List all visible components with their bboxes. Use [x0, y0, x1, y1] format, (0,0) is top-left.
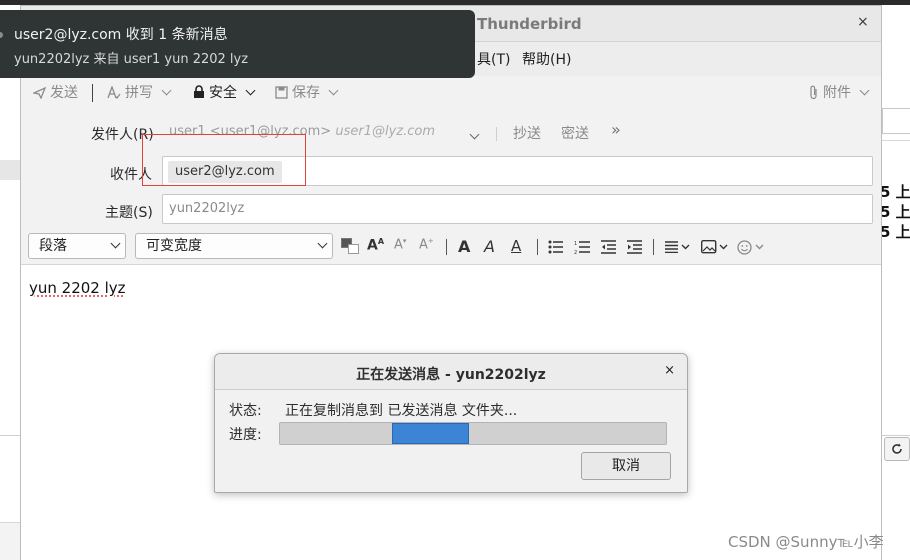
format-toolbar: 段落 可变宽度 AA A▾ A+ A A A 12	[21, 232, 881, 262]
dialog-title: 正在发送消息 - yun2202lyz	[356, 367, 546, 383]
chevron-down-icon[interactable]	[245, 85, 256, 95]
superscript-icon[interactable]: A+	[419, 237, 434, 252]
message-body-text: yun 2202 lyz	[29, 279, 126, 297]
new-mail-notification[interactable]: user2@lyz.com 收到 1 条新消息 yun2202lyz 来自 us…	[0, 10, 475, 78]
svg-text:1: 1	[574, 241, 577, 247]
spell-button[interactable]: 拼写	[107, 82, 174, 102]
lock-icon	[194, 85, 204, 98]
background-message-time: 5 上午	[880, 223, 910, 241]
compose-toolbar: 发送 拼写 安全 保存 附件	[21, 78, 881, 106]
background-divider	[882, 140, 910, 141]
format-divider	[446, 239, 447, 255]
cancel-button[interactable]: 取消	[581, 452, 671, 480]
subject-label: 主题(S)	[105, 205, 153, 221]
security-button[interactable]: 安全	[193, 82, 258, 102]
send-icon	[33, 86, 46, 99]
security-label: 安全	[209, 85, 237, 101]
bold-icon[interactable]: A	[458, 237, 470, 256]
menu-help[interactable]: 帮助(H)	[522, 49, 571, 69]
header-divider	[496, 127, 497, 141]
chevron-down-icon	[469, 129, 480, 140]
sending-progress-dialog: 正在发送消息 - yun2202lyz × 状态: 正在复制消息到 已发送消息 …	[214, 353, 688, 493]
background-left-band	[0, 160, 22, 180]
notification-app-icon	[0, 32, 3, 38]
background-message-time: 5 上午	[880, 203, 910, 221]
indent-icon[interactable]	[627, 240, 642, 254]
font-value: 可变宽度	[146, 238, 202, 254]
spell-label: 拼写	[125, 85, 153, 101]
send-button[interactable]: 发送	[33, 82, 78, 102]
background-refresh-button[interactable]	[884, 437, 910, 461]
send-label: 发送	[50, 85, 78, 101]
more-fields-icon[interactable]: »	[611, 120, 621, 139]
close-icon[interactable]: ×	[857, 14, 869, 30]
outdent-icon[interactable]	[601, 240, 616, 254]
align-icon[interactable]	[665, 241, 691, 253]
notification-body: yun2202lyz 来自 user1 yun 2202 lyz	[14, 52, 249, 67]
save-label: 保存	[292, 85, 320, 101]
close-icon[interactable]: ×	[664, 363, 675, 378]
menu-tools[interactable]: 具(T)	[477, 49, 510, 69]
svg-text:2: 2	[574, 250, 577, 255]
paperclip-icon	[810, 85, 817, 99]
background-color-swatch	[348, 244, 359, 254]
paragraph-format-select[interactable]: 段落	[28, 233, 126, 259]
cc-button[interactable]: 抄送	[513, 123, 541, 143]
spellcheck-icon	[107, 85, 121, 99]
emoji-icon[interactable]	[737, 240, 767, 255]
bcc-button[interactable]: 密送	[561, 123, 589, 143]
insert-image-icon[interactable]	[701, 240, 729, 254]
from-dropdown[interactable]	[469, 126, 480, 142]
text-color-picker[interactable]	[341, 238, 359, 254]
status-label: 状态:	[229, 403, 262, 419]
toolbar-divider	[92, 84, 93, 102]
format-divider	[537, 239, 538, 255]
background-divider	[0, 435, 22, 436]
subject-input[interactable]: yun2202lyz	[162, 194, 873, 224]
chevron-down-icon[interactable]	[859, 85, 870, 95]
attach-button[interactable]: 附件	[809, 82, 872, 102]
background-divider	[880, 435, 910, 436]
background-search-field[interactable]	[882, 108, 910, 134]
highlight-box	[142, 134, 306, 186]
chevron-down-icon	[110, 238, 121, 249]
background-panel	[0, 522, 22, 560]
background-message-time: 5 上午	[880, 183, 910, 201]
window-title: Thunderbird	[477, 15, 582, 33]
refresh-icon	[892, 443, 902, 454]
save-button[interactable]: 保存	[275, 82, 341, 102]
italic-icon[interactable]: A	[484, 237, 495, 256]
chevron-down-icon	[317, 238, 328, 249]
bulleted-list-icon[interactable]	[548, 240, 563, 254]
from-identity: user1@lyz.com	[335, 124, 435, 139]
chevron-down-icon[interactable]	[328, 85, 339, 95]
font-larger-icon[interactable]: AA	[367, 237, 384, 254]
font-select[interactable]: 可变宽度	[135, 233, 333, 259]
chevron-down-icon[interactable]	[161, 85, 172, 95]
numbered-list-icon[interactable]: 12	[574, 240, 590, 255]
paragraph-format-value: 段落	[39, 238, 67, 254]
dialog-titlebar: 正在发送消息 - yun2202lyz ×	[215, 354, 687, 390]
watermark: CSDN @Sunny℡小李	[728, 533, 884, 551]
underline-icon[interactable]: A	[511, 237, 521, 255]
progress-label: 进度:	[229, 427, 262, 443]
save-icon	[275, 85, 288, 99]
notification-title: user2@lyz.com 收到 1 条新消息	[14, 27, 228, 43]
font-smaller-icon[interactable]: A▾	[394, 237, 406, 252]
attach-label: 附件	[823, 85, 851, 101]
format-divider	[653, 239, 654, 255]
progress-bar	[279, 422, 667, 445]
status-value: 正在复制消息到 已发送消息 文件夹...	[285, 403, 518, 419]
progress-bar-fill	[392, 423, 469, 444]
